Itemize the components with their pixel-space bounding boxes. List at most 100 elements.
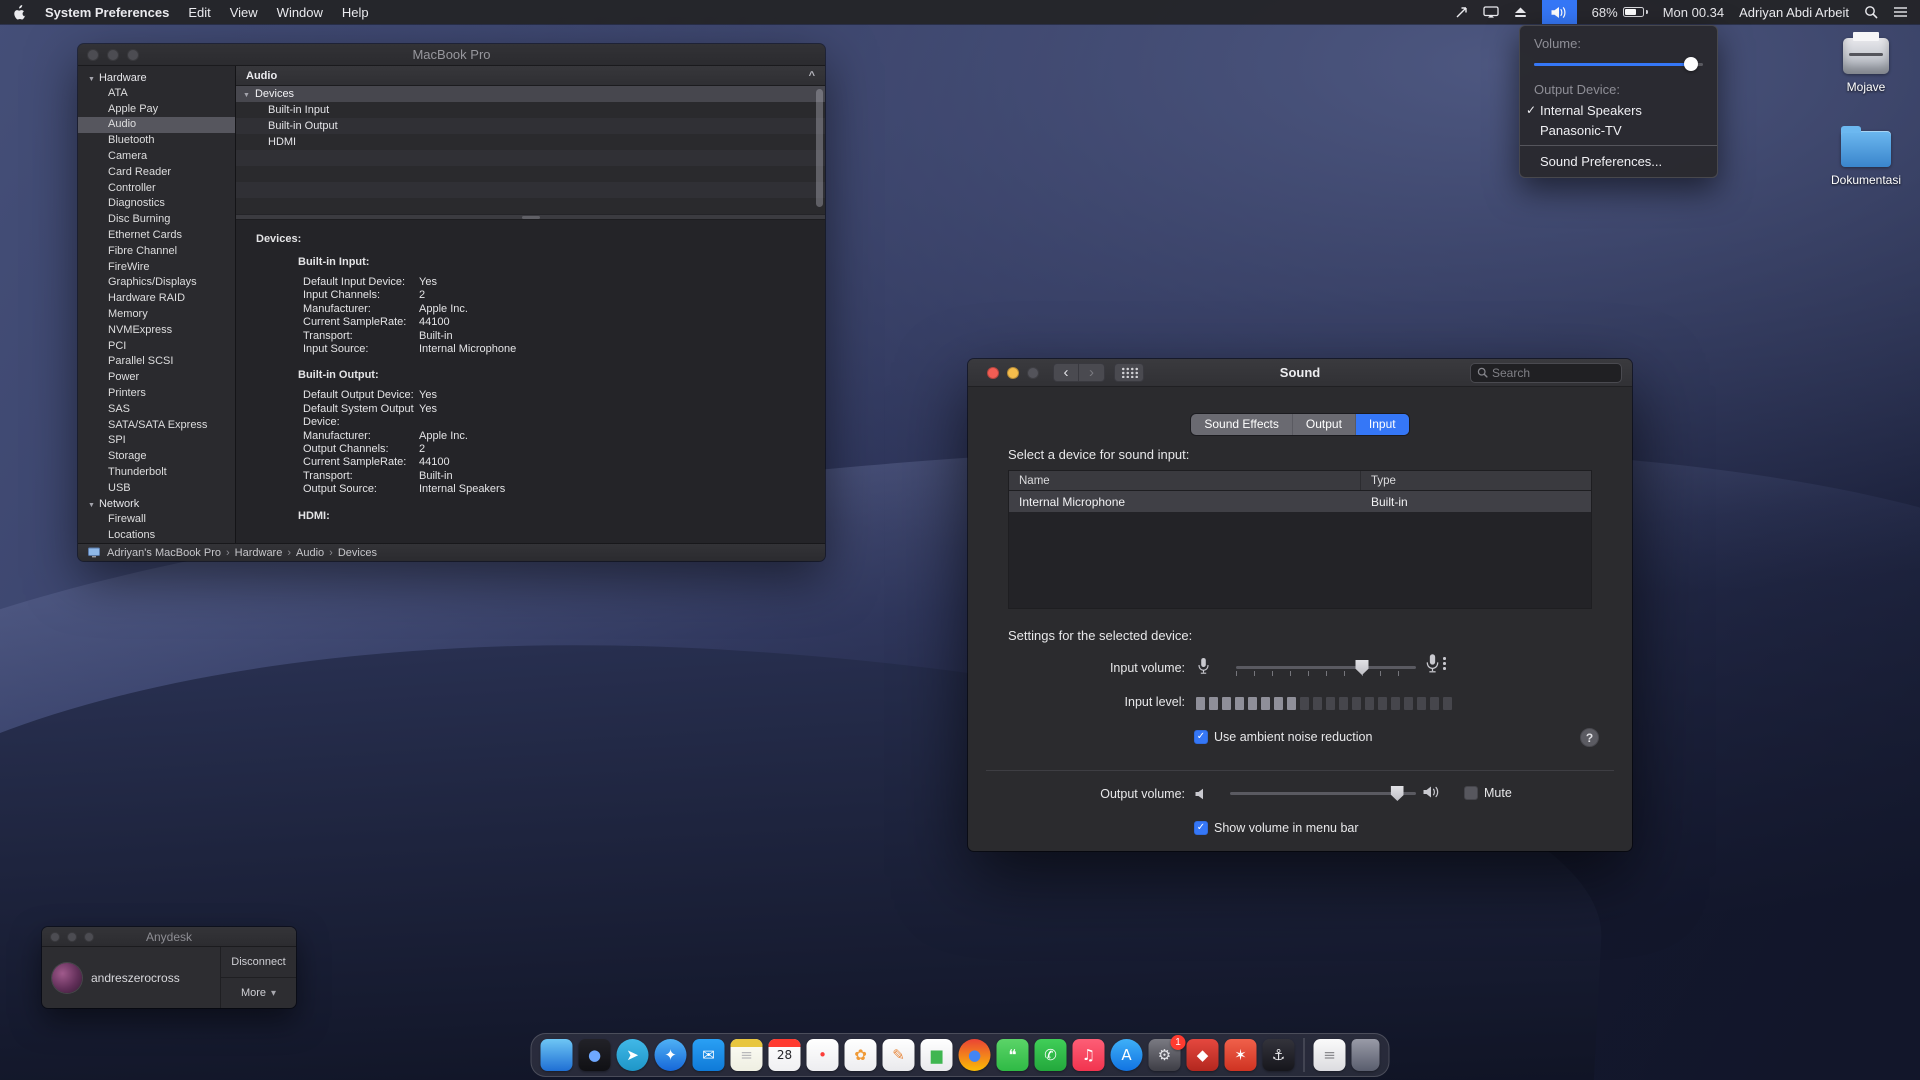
table-header[interactable]: Name Type bbox=[1009, 471, 1591, 491]
sidebar-item-hardware-raid[interactable]: Hardware RAID bbox=[78, 291, 235, 307]
menu-bar-clock[interactable]: Mon 00.34 bbox=[1663, 5, 1724, 20]
dock-trash-icon[interactable] bbox=[1352, 1039, 1380, 1071]
dock-telegram-icon[interactable]: ➤ bbox=[617, 1039, 649, 1071]
dock-reminders-icon[interactable]: • bbox=[807, 1039, 839, 1071]
window-titlebar[interactable]: Anydesk bbox=[42, 927, 296, 947]
dock-app-store-icon[interactable]: A bbox=[1111, 1039, 1143, 1071]
sidebar-item-ethernet-cards[interactable]: Ethernet Cards bbox=[78, 228, 235, 244]
menu-bar-user[interactable]: Adriyan Abdi Arbeit bbox=[1739, 5, 1849, 20]
menubar-menu-system-preferences[interactable]: System Preferences bbox=[45, 5, 169, 20]
close-button[interactable] bbox=[987, 367, 999, 379]
tab-input[interactable]: Input bbox=[1356, 414, 1409, 435]
eject-icon[interactable] bbox=[1514, 7, 1527, 18]
ambient-noise-checkbox[interactable]: Use ambient noise reduction bbox=[1194, 730, 1372, 744]
notification-center-icon[interactable] bbox=[1893, 6, 1908, 18]
minimize-button[interactable] bbox=[1007, 367, 1019, 379]
dock-notes-icon[interactable]: ≡ bbox=[731, 1039, 763, 1071]
output-device-internal-speakers[interactable]: Internal Speakers bbox=[1520, 100, 1717, 120]
dock-facetime-icon[interactable]: ✆ bbox=[1035, 1039, 1067, 1071]
breadcrumb-item[interactable]: Devices bbox=[324, 547, 377, 559]
airplay-display-icon[interactable] bbox=[1483, 6, 1499, 18]
output-volume-knob[interactable] bbox=[1391, 786, 1404, 801]
search-field[interactable] bbox=[1470, 363, 1622, 383]
sidebar-section-network[interactable]: Network bbox=[78, 497, 235, 513]
sidebar-item-pci[interactable]: PCI bbox=[78, 339, 235, 355]
sidebar-item-firewire[interactable]: FireWire bbox=[78, 260, 235, 276]
window-titlebar[interactable]: MacBook Pro bbox=[78, 44, 825, 66]
sidebar-item-disc-burning[interactable]: Disc Burning bbox=[78, 212, 235, 228]
desktop-icon-mojave[interactable]: Mojave bbox=[1824, 38, 1908, 94]
volume-menu-extra[interactable] bbox=[1542, 0, 1577, 24]
sidebar-item-apple-pay[interactable]: Apple Pay bbox=[78, 102, 235, 118]
sidebar-item-parallel-scsi[interactable]: Parallel SCSI bbox=[78, 354, 235, 370]
tree-row-built-in-input[interactable]: Built-in Input bbox=[236, 102, 825, 118]
minimize-button[interactable] bbox=[67, 932, 77, 942]
dock-safari-icon[interactable]: ✦ bbox=[655, 1039, 687, 1071]
dock-finder-icon[interactable] bbox=[541, 1039, 573, 1071]
sidebar-item-nvmexpress[interactable]: NVMExpress bbox=[78, 323, 235, 339]
tab-sound-effects[interactable]: Sound Effects bbox=[1191, 414, 1293, 435]
zoom-button[interactable] bbox=[84, 932, 94, 942]
column-type[interactable]: Type bbox=[1361, 471, 1591, 490]
breadcrumb-item[interactable]: Audio bbox=[282, 547, 324, 559]
dock-messages-icon[interactable]: ❝ bbox=[997, 1039, 1029, 1071]
breadcrumb-item[interactable]: Hardware bbox=[221, 547, 282, 559]
menubar-menu-view[interactable]: View bbox=[230, 5, 258, 20]
more-button[interactable]: More bbox=[221, 978, 296, 1008]
mute-checkbox[interactable]: Mute bbox=[1464, 786, 1512, 800]
menubar-menu-help[interactable]: Help bbox=[342, 5, 369, 20]
help-button[interactable]: ? bbox=[1580, 728, 1599, 747]
minimize-button[interactable] bbox=[107, 49, 119, 61]
zoom-button[interactable] bbox=[127, 49, 139, 61]
scrollbar[interactable] bbox=[816, 89, 823, 207]
sidebar-item-fibre-channel[interactable]: Fibre Channel bbox=[78, 244, 235, 260]
output-volume-slider[interactable] bbox=[1230, 786, 1416, 802]
sidebar-item-controller[interactable]: Controller bbox=[78, 181, 235, 197]
close-button[interactable] bbox=[50, 932, 60, 942]
tree-row-built-in-output[interactable]: Built-in Output bbox=[236, 118, 825, 134]
sidebar-item-locations[interactable]: Locations bbox=[78, 528, 235, 543]
volume-menu-slider[interactable] bbox=[1534, 57, 1703, 72]
sidebar-item-bluetooth[interactable]: Bluetooth bbox=[78, 133, 235, 149]
sidebar-item-ata[interactable]: ATA bbox=[78, 86, 235, 102]
disconnect-button[interactable]: Disconnect bbox=[221, 947, 296, 978]
back-button[interactable] bbox=[1053, 363, 1079, 382]
sidebar-item-diagnostics[interactable]: Diagnostics bbox=[78, 196, 235, 212]
show-volume-in-menu-bar-checkbox[interactable]: Show volume in menu bar bbox=[1194, 821, 1359, 835]
dock-media-app-icon[interactable]: ✶ bbox=[1225, 1039, 1257, 1071]
tree-row-hdmi[interactable]: HDMI bbox=[236, 134, 825, 150]
menubar-menu-window[interactable]: Window bbox=[277, 5, 323, 20]
menubar-menu-edit[interactable]: Edit bbox=[188, 5, 210, 20]
desktop-icon-dokumentasi[interactable]: Dokumentasi bbox=[1824, 131, 1908, 187]
sidebar-item-sata-sata-express[interactable]: SATA/SATA Express bbox=[78, 418, 235, 434]
battery-status[interactable]: 68% bbox=[1592, 5, 1648, 20]
tab-output[interactable]: Output bbox=[1293, 414, 1356, 435]
dock-pages-icon[interactable]: ✎ bbox=[883, 1039, 915, 1071]
dock-chrome-icon[interactable]: ● bbox=[959, 1039, 991, 1071]
tree-row-devices[interactable]: Devices bbox=[236, 86, 825, 102]
dock-adobe-app-icon[interactable]: ◆ bbox=[1187, 1039, 1219, 1071]
dock-photos-icon[interactable]: ✿ bbox=[845, 1039, 877, 1071]
table-row[interactable]: Internal Microphone Built-in bbox=[1009, 491, 1591, 512]
sidebar-item-usb[interactable]: USB bbox=[78, 481, 235, 497]
anydesk-menu-icon[interactable] bbox=[1455, 6, 1468, 19]
input-volume-slider[interactable] bbox=[1236, 660, 1416, 676]
sidebar-item-sas[interactable]: SAS bbox=[78, 402, 235, 418]
sidebar-item-card-reader[interactable]: Card Reader bbox=[78, 165, 235, 181]
sidebar-item-thunderbolt[interactable]: Thunderbolt bbox=[78, 465, 235, 481]
sidebar-item-graphics-displays[interactable]: Graphics/Displays bbox=[78, 275, 235, 291]
sound-preferences-item[interactable]: Sound Preferences... bbox=[1520, 150, 1717, 172]
sidebar-item-memory[interactable]: Memory bbox=[78, 307, 235, 323]
column-name[interactable]: Name bbox=[1009, 471, 1361, 490]
sidebar-item-power[interactable]: Power bbox=[78, 370, 235, 386]
spotlight-search-icon[interactable] bbox=[1864, 5, 1878, 19]
dock-music-icon[interactable]: ♫ bbox=[1073, 1039, 1105, 1071]
forward-button[interactable] bbox=[1079, 363, 1105, 382]
dock-numbers-icon[interactable]: ▆ bbox=[921, 1039, 953, 1071]
sidebar-item-storage[interactable]: Storage bbox=[78, 449, 235, 465]
output-device-panasonic-tv[interactable]: Panasonic-TV bbox=[1520, 120, 1717, 140]
column-header[interactable]: Audio bbox=[236, 66, 825, 86]
sidebar-item-spi[interactable]: SPI bbox=[78, 433, 235, 449]
sort-direction-icon[interactable] bbox=[809, 70, 815, 82]
dock-system-preferences-icon[interactable]: ⚙1 bbox=[1149, 1039, 1181, 1071]
